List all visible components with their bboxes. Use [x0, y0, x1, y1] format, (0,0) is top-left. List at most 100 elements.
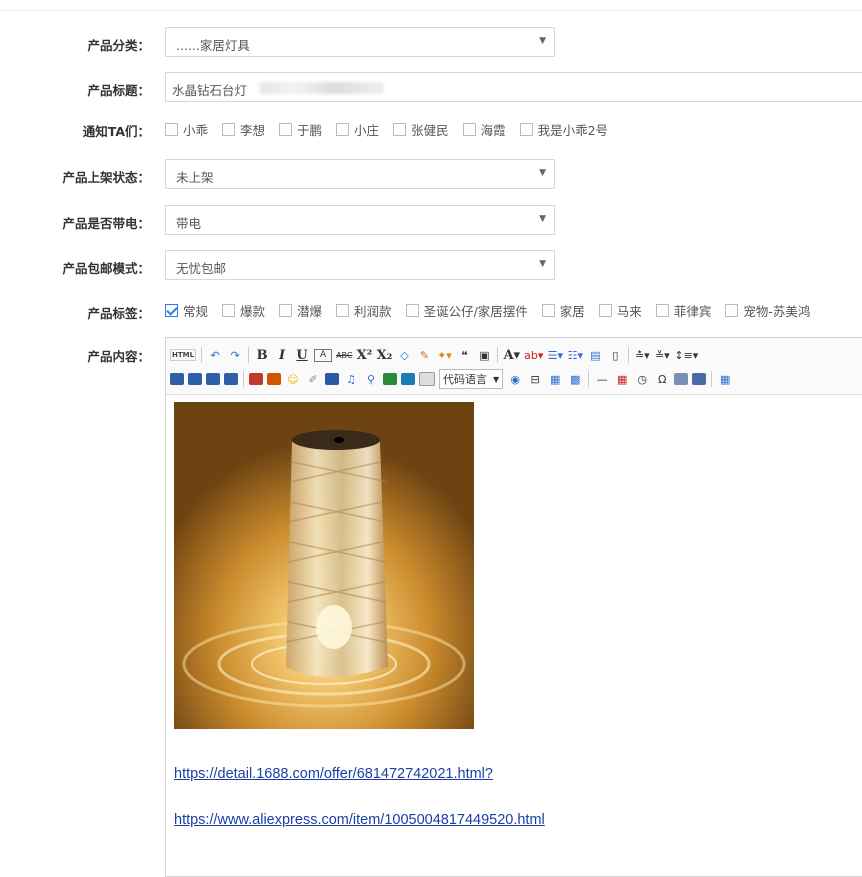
tag-checkbox-box[interactable]	[336, 304, 350, 317]
notify-user-checkbox[interactable]: 李想	[222, 120, 265, 139]
wordimage-icon[interactable]: ▩	[567, 370, 583, 388]
notify-user-checkbox[interactable]: 小乖	[165, 120, 208, 139]
horizontal-rule-icon[interactable]: —	[594, 370, 610, 388]
paste-plain-icon[interactable]: ▣	[476, 346, 492, 364]
unordered-list-icon[interactable]: ☷▾	[567, 346, 583, 364]
tag-checkbox[interactable]: 常规	[165, 301, 208, 320]
justify-center-icon[interactable]	[188, 373, 202, 385]
notify-user-checkbox-box[interactable]	[222, 123, 236, 136]
tag-checkbox[interactable]: 圣诞公仔/家居摆件	[405, 301, 528, 320]
notify-user-checkbox-box[interactable]	[462, 123, 476, 136]
snapscreen-icon[interactable]	[674, 373, 689, 385]
tag-checkbox-box[interactable]	[725, 304, 739, 317]
notify-user-checkbox-box[interactable]	[165, 123, 178, 136]
link-aliexpress[interactable]: https://www.aliexpress.com/item/10050048…	[174, 812, 545, 828]
justify-left-icon[interactable]	[170, 373, 184, 385]
image-icon[interactable]	[249, 373, 263, 385]
bold-icon[interactable]: B	[254, 346, 270, 364]
video-icon[interactable]	[325, 373, 339, 385]
notify-user-checkbox-box[interactable]	[393, 123, 407, 136]
electric-select[interactable]: 带电 ▼	[165, 205, 555, 235]
notify-user-checkbox-box[interactable]	[279, 123, 293, 136]
emoticon-icon[interactable]: ☺	[285, 370, 301, 388]
notify-user-checkbox[interactable]: 张健民	[393, 120, 449, 139]
shipping-select[interactable]: 无忧包邮 ▼	[165, 250, 555, 280]
tag-checkbox-box[interactable]	[405, 304, 419, 317]
gmap-icon[interactable]	[401, 373, 415, 385]
notify-user-checkbox[interactable]: 海霞	[462, 120, 506, 139]
tag-checkbox[interactable]: 利润款	[336, 301, 392, 320]
shipping-value: 无忧包邮	[176, 261, 227, 276]
eraser-icon[interactable]: ◇	[396, 346, 412, 364]
time-icon[interactable]: ◷	[634, 370, 650, 388]
row-spacing-bottom-icon[interactable]: ≚▾	[654, 346, 670, 364]
product-image[interactable]	[174, 402, 474, 729]
tag-checkbox-label: 马来	[616, 304, 642, 319]
justify-full-icon[interactable]	[224, 373, 238, 385]
tag-checkbox[interactable]: 马来	[598, 301, 642, 320]
background-icon[interactable]: ▦	[547, 370, 563, 388]
page-break-icon[interactable]: ◉	[507, 370, 523, 388]
attachment-icon[interactable]: ⚲	[363, 370, 379, 388]
notify-user-checkbox-label: 海霞	[480, 123, 506, 138]
tag-checkbox[interactable]: 家居	[541, 301, 585, 320]
music-icon[interactable]: ♫	[343, 370, 359, 388]
tag-checkbox-box[interactable]	[655, 304, 669, 317]
notify-user-checkbox[interactable]: 于鹏	[279, 120, 322, 139]
tag-checkbox[interactable]: 潜爆	[279, 301, 322, 320]
insert-table-icon[interactable]: ▦	[717, 370, 733, 388]
map-icon[interactable]	[383, 373, 397, 385]
tag-checkbox-box[interactable]	[279, 304, 293, 317]
tag-checkbox[interactable]: 爆款	[222, 301, 265, 320]
blockquote-icon[interactable]: ❝	[456, 346, 472, 364]
row-spacing-top-icon[interactable]: ≛▾	[634, 346, 650, 364]
html-source-button[interactable]: HTML	[170, 349, 197, 361]
notify-user-checkbox-box[interactable]	[336, 123, 350, 136]
code-language-label: 代码语言	[443, 373, 487, 386]
subscript-icon[interactable]: X₂	[376, 346, 393, 364]
title-input[interactable]: 水晶钻石台灯	[165, 72, 862, 102]
underline-icon[interactable]: U	[294, 346, 310, 364]
redo-icon[interactable]: ↷	[227, 346, 243, 364]
line-height-icon[interactable]: ↕≡▾	[674, 346, 698, 364]
tag-checkbox[interactable]: 菲律宾	[655, 301, 711, 320]
auto-format-icon[interactable]: ✦▾	[436, 346, 452, 364]
font-border-icon[interactable]: A	[314, 348, 333, 362]
multi-image-icon[interactable]	[267, 373, 281, 385]
strikethrough-icon[interactable]: ABC	[336, 346, 352, 364]
notify-user-checkbox[interactable]: 小庄	[336, 120, 379, 139]
select-all-icon[interactable]: ▤	[587, 346, 603, 364]
toolbar-separator	[588, 371, 590, 387]
template-icon[interactable]: ⊟	[527, 370, 543, 388]
tag-checkbox-box[interactable]	[222, 304, 236, 317]
highlight-color-icon[interactable]: ab▾	[524, 346, 543, 364]
frame-icon[interactable]	[419, 372, 435, 386]
undo-icon[interactable]: ↶	[207, 346, 223, 364]
notify-user-checkbox[interactable]: 我是小乖2号	[519, 120, 608, 139]
clear-doc-icon[interactable]: ▯	[607, 346, 623, 364]
justify-right-icon[interactable]	[206, 373, 220, 385]
format-brush-icon[interactable]: ✎	[416, 346, 432, 364]
font-color-icon[interactable]: A▾	[503, 346, 520, 364]
notify-user-checkbox-box[interactable]	[519, 123, 533, 136]
tag-checkbox-label: 家居	[559, 304, 585, 319]
shelf-status-select[interactable]: 未上架 ▼	[165, 159, 555, 189]
toolbar-separator	[243, 371, 244, 387]
notify-checkbox-group: 小乖 李想 于鹏 小庄 张健民 海霞 我是小乖2号	[165, 120, 622, 139]
notify-user-checkbox-label: 小乖	[183, 123, 209, 138]
tag-checkbox[interactable]: 宠物-苏美鸿	[725, 301, 810, 320]
special-chars-icon[interactable]: Ω	[654, 370, 670, 388]
electric-value: 带电	[176, 216, 202, 231]
preview-icon[interactable]	[692, 373, 707, 385]
tag-checkbox-box[interactable]	[598, 304, 612, 317]
link-1688[interactable]: https://detail.1688.com/offer/6814727420…	[174, 766, 493, 782]
category-select[interactable]: ......家居灯具 ▼	[165, 27, 555, 57]
date-icon[interactable]: ▦	[614, 370, 630, 388]
scrawl-icon[interactable]: ✐	[305, 370, 321, 388]
tag-checkbox-box[interactable]	[541, 304, 555, 317]
tag-checkbox-box[interactable]	[165, 304, 178, 317]
code-language-dropdown[interactable]: 代码语言 ▼	[439, 369, 504, 389]
superscript-icon[interactable]: X²	[356, 346, 373, 364]
ordered-list-icon[interactable]: ☰▾	[547, 346, 563, 364]
italic-icon[interactable]: I	[274, 346, 290, 364]
